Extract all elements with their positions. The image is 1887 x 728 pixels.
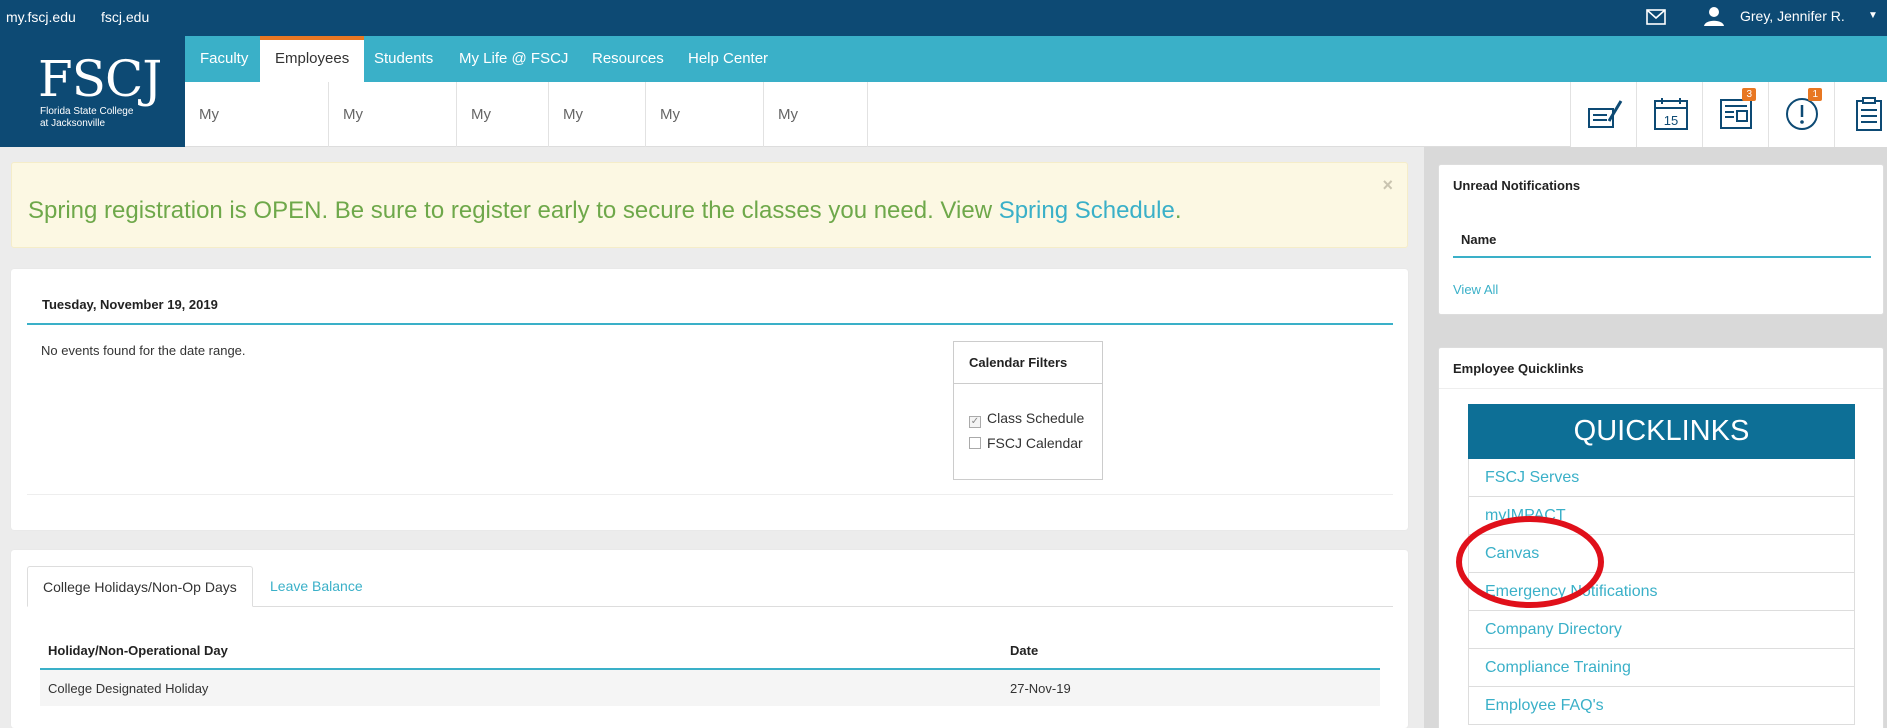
holidays-card: College Holidays/Non-Op Days Leave Balan… [11, 550, 1408, 728]
alert-end: . [1174, 197, 1182, 224]
quicklink-company-directory[interactable]: Company Directory [1468, 611, 1855, 649]
news-tool-button[interactable]: 3 [1702, 82, 1768, 147]
spring-schedule-link[interactable]: Spring Schedule [999, 197, 1175, 224]
alerts-badge: 1 [1808, 88, 1822, 101]
alert-text: Spring registration is OPEN. Be sure to … [28, 197, 999, 224]
logo-subtitle: Florida State College at Jacksonville [40, 106, 160, 130]
filter-label: Class Schedule [987, 410, 1085, 426]
filter-class-schedule[interactable]: ✓ Class Schedule [969, 410, 1084, 428]
table-row [40, 670, 1380, 706]
calendar-date: Tuesday, November 19, 2019 [42, 297, 218, 312]
calendar-filters: Calendar Filters ✓ Class Schedule FSCJ Ca… [953, 341, 1103, 480]
tab-college-holidays[interactable]: College Holidays/Non-Op Days [27, 566, 253, 607]
fscj-logo[interactable]: FSCJ Florida State College at Jacksonvil… [0, 36, 185, 147]
chevron-down-icon[interactable]: ▼ [1868, 10, 1878, 21]
registration-alert: Spring registration is OPEN. Be sure to … [11, 162, 1408, 248]
column-date: Date [1010, 643, 1039, 658]
divider [27, 494, 1393, 495]
calendar-icon: 15 [1654, 98, 1688, 130]
divider [1439, 388, 1883, 389]
filter-label: FSCJ Calendar [987, 435, 1083, 451]
holiday-name-cell: College Designated Holiday [48, 681, 209, 696]
notifications-name-column: Name [1461, 232, 1497, 247]
tab-leave-balance[interactable]: Leave Balance [255, 566, 378, 607]
calendar-filters-title: Calendar Filters [954, 342, 1102, 384]
filter-fscj-calendar[interactable]: FSCJ Calendar [969, 435, 1083, 451]
divider [1453, 256, 1871, 258]
myfscj-link[interactable]: my.fscj.edu [6, 9, 76, 25]
person-icon [1704, 7, 1724, 26]
quicklink-compliance-training[interactable]: Compliance Training [1468, 649, 1855, 687]
quicklinks-panel-title: Employee Quicklinks [1453, 361, 1584, 376]
logo-line1: Florida State College [40, 106, 134, 117]
calendar-card: Tuesday, November 19, 2019 No events fou… [11, 269, 1408, 530]
top-utility-bar: my.fscj.edu fscj.edu Grey, Jennifer R. ▼ [0, 0, 1887, 36]
alerts-tool-button[interactable]: 1 [1768, 82, 1834, 147]
nav-help-center[interactable]: Help Center [673, 36, 783, 82]
no-events-text: No events found for the date range. [41, 343, 246, 358]
subnav-my-expenses[interactable]: My Expenses▼ [329, 82, 457, 188]
envelope-icon[interactable] [1646, 9, 1666, 25]
annotation-circle [1456, 516, 1604, 608]
nav-resources[interactable]: Resources [577, 36, 679, 82]
alert-circle-icon [1786, 98, 1818, 130]
subnav-my-requisitions[interactable]: My Requisitions▼ [185, 82, 329, 188]
clipboard-tool-button[interactable] [1834, 82, 1887, 147]
nav-students[interactable]: Students [359, 36, 448, 82]
close-icon[interactable]: × [1382, 175, 1393, 196]
unread-notifications-panel: Unread Notifications Name View All [1438, 164, 1884, 315]
subnav-my-time[interactable]: My Time▼ [549, 82, 646, 188]
alert-message: Spring registration is OPEN. Be sure to … [28, 197, 1181, 225]
column-holiday: Holiday/Non-Operational Day [48, 643, 228, 658]
nav-my-life[interactable]: My Life @ FSCJ [444, 36, 583, 82]
divider [27, 323, 1393, 325]
checkbox-unchecked[interactable] [969, 437, 981, 449]
quicklink-employee-faqs[interactable]: Employee FAQ's [1468, 687, 1855, 725]
calendar-tool-button[interactable]: 15 [1636, 82, 1702, 147]
subnav-my-benefits[interactable]: My Benefits▼ [646, 82, 764, 188]
logo-line2: at Jacksonville [40, 118, 106, 129]
news-badge: 3 [1742, 88, 1756, 101]
quicklinks-header: QUICKLINKS [1468, 404, 1855, 459]
quicklink-fscj-serves[interactable]: FSCJ Serves [1468, 459, 1855, 497]
calendar-day: 15 [1664, 113, 1678, 128]
logo-mark: FSCJ [38, 50, 162, 108]
notes-tool-button[interactable] [1570, 82, 1636, 147]
newspaper-icon [1720, 99, 1752, 129]
main-nav: Faculty Employees Students My Life @ FSC… [185, 36, 1887, 82]
clipboard-icon [1856, 97, 1882, 131]
fscj-link[interactable]: fscj.edu [101, 9, 149, 25]
subnav-my-pay[interactable]: My Pay▼ [457, 82, 549, 188]
holidays-tabs: College Holidays/Non-Op Days Leave Balan… [27, 566, 1393, 607]
checkbox-checked[interactable]: ✓ [969, 416, 981, 428]
nav-employees[interactable]: Employees [260, 36, 365, 82]
holiday-date-cell: 27-Nov-19 [1010, 681, 1071, 696]
nav-faculty[interactable]: Faculty [185, 36, 263, 82]
user-name-menu[interactable]: Grey, Jennifer R. [1740, 8, 1845, 24]
subnav-my-career[interactable]: My Career▼ [764, 82, 868, 188]
pen-notepad-icon [1588, 100, 1623, 128]
notifications-title: Unread Notifications [1453, 178, 1581, 193]
view-all-link[interactable]: View All [1453, 282, 1498, 297]
